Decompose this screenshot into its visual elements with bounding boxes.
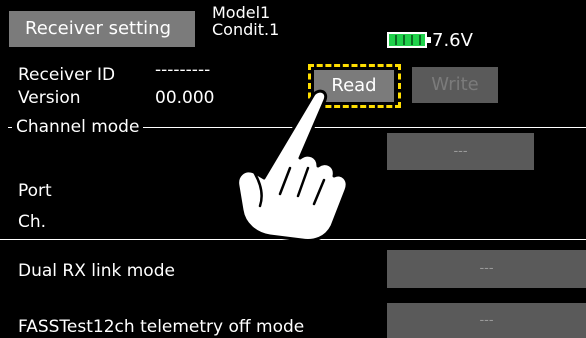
version-value: 00.000 [155,88,215,108]
battery-segment [395,35,397,45]
model-name: Model1 [212,3,271,22]
receiver-id-label: Receiver ID [18,65,116,85]
screen-title-button[interactable]: Receiver setting [9,11,195,47]
pointing-hand-icon [236,89,349,242]
battery-segment [411,35,413,45]
dual-rx-link-mode-label: Dual RX link mode [18,261,175,281]
model-info: Model1 Condit.1 [212,4,279,38]
telemetry-off-mode-field[interactable]: --- [387,303,586,338]
dual-rx-link-mode-field[interactable]: --- [387,250,586,288]
receiver-id-value: --------- [155,60,211,80]
battery-segment [419,35,421,45]
version-label: Version [18,88,81,108]
channel-mode-label: Channel mode [12,118,144,136]
ch-label: Ch. [18,212,47,232]
write-button[interactable]: Write [412,67,498,103]
port-label: Port [18,181,52,201]
battery-segment [403,35,405,45]
channel-mode-field[interactable]: --- [387,133,534,170]
telemetry-off-mode-label: FASSTest12ch telemetry off mode [18,317,305,337]
battery-icon [387,32,431,48]
condition-name: Condit.1 [212,20,280,39]
receiver-setting-screen: Receiver setting Model1 Condit.1 7.6V Re… [0,0,586,338]
battery-voltage: 7.6V [432,30,473,51]
